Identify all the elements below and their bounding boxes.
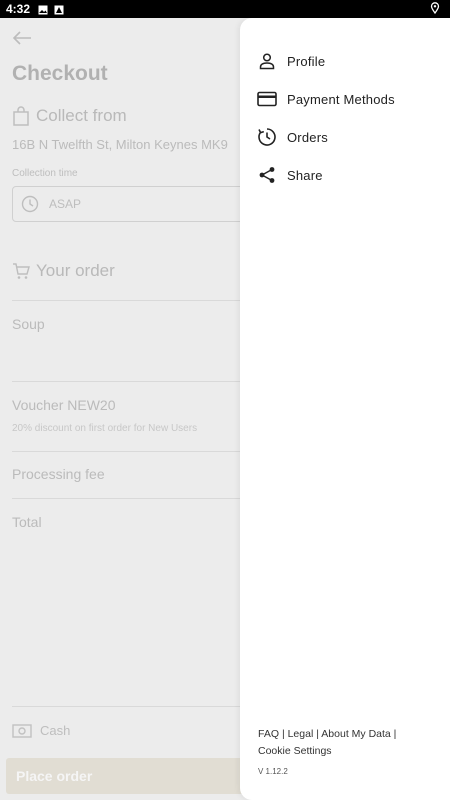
status-time: 4:32 bbox=[6, 2, 31, 16]
faq-link[interactable]: FAQ bbox=[258, 728, 279, 740]
link-separator: | bbox=[281, 728, 285, 740]
drawer-menu: Profile Payment Methods Orders Share bbox=[257, 42, 395, 194]
cookie-settings-link[interactable]: Cookie Settings bbox=[258, 745, 332, 757]
drawer-footer-links: FAQ | Legal | About My Data | Cookie Set… bbox=[258, 726, 438, 760]
status-bar: 4:32 bbox=[0, 0, 450, 18]
link-separator: | bbox=[316, 728, 319, 740]
menu-item-payment-methods[interactable]: Payment Methods bbox=[257, 80, 395, 118]
menu-item-label: Profile bbox=[287, 53, 326, 69]
location-icon bbox=[430, 1, 440, 17]
app-version: V 1.12.2 bbox=[258, 767, 288, 776]
link-separator: | bbox=[393, 728, 397, 740]
app-notification-icon bbox=[54, 4, 64, 15]
menu-item-label: Orders bbox=[287, 129, 328, 145]
about-my-data-link[interactable]: About My Data bbox=[321, 728, 390, 740]
image-notification-icon bbox=[38, 4, 48, 15]
history-icon bbox=[257, 127, 277, 147]
navigation-drawer: Profile Payment Methods Orders Share FAQ… bbox=[240, 18, 450, 800]
menu-item-share[interactable]: Share bbox=[257, 156, 395, 194]
menu-item-profile[interactable]: Profile bbox=[257, 42, 395, 80]
share-icon bbox=[257, 165, 277, 185]
person-icon bbox=[257, 51, 277, 71]
menu-item-label: Payment Methods bbox=[287, 91, 395, 107]
legal-link[interactable]: Legal bbox=[288, 728, 314, 740]
menu-item-label: Share bbox=[287, 167, 323, 183]
credit-card-icon bbox=[257, 89, 277, 109]
menu-item-orders[interactable]: Orders bbox=[257, 118, 395, 156]
